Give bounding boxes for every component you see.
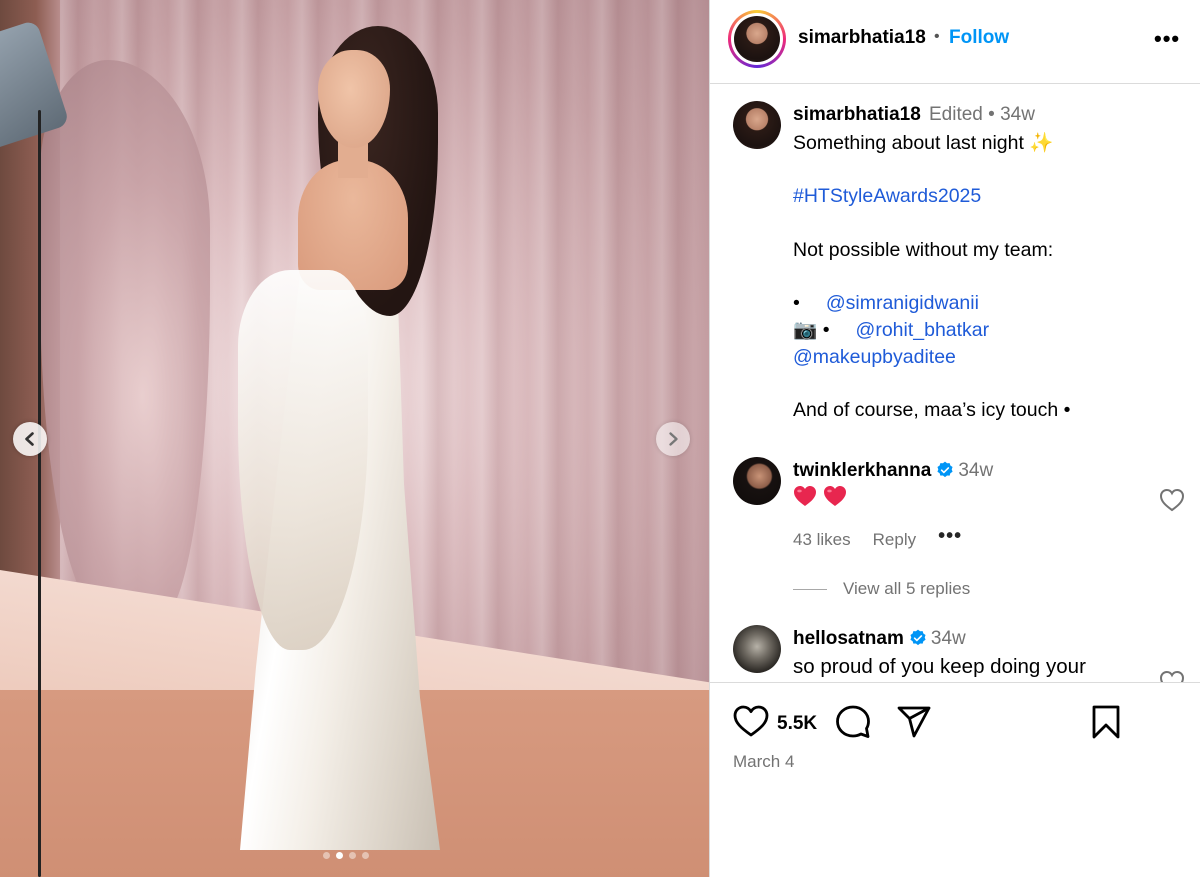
reply-button[interactable]: Reply [873,530,916,550]
comment-like-heart-icon[interactable] [1159,488,1185,512]
comment-like-heart-icon[interactable] [1159,670,1185,682]
author-username[interactable]: simarbhatia18 [798,27,926,49]
red-heart-icon [824,486,846,506]
comment-time: 34w [958,460,994,481]
chevron-right-icon [669,432,678,446]
like-count[interactable]: 5.5K [777,713,817,735]
save-bookmark-icon[interactable] [1091,704,1121,740]
caption-author-avatar[interactable] [733,101,781,149]
author-avatar[interactable] [734,16,780,62]
post-date[interactable]: March 4 [733,752,794,772]
carousel-dot-active [336,852,343,859]
post-header: simarbhatia18 • Follow ••• [710,0,1200,84]
comment-author: twinklerkhanna 34w [793,460,993,482]
view-replies-button[interactable]: View all 5 replies [793,579,970,599]
caption-text: Something about last night ✨ #HTStyleAwa… [793,130,1173,424]
carousel-prev-button[interactable] [13,422,47,456]
comment-likes-count[interactable]: 43 likes [793,530,851,550]
red-heart-icon [794,486,816,506]
comment-more-button[interactable]: ••• [938,525,962,548]
curtain-drape [40,60,210,620]
verified-badge-icon [937,461,953,478]
post-side-panel: simarbhatia18 • Follow ••• simarbhatia18… [709,0,1200,877]
comment-username[interactable]: twinklerkhanna [793,460,931,481]
more-options-button[interactable]: ••• [1154,26,1180,52]
comment-text [793,485,847,513]
like-heart-icon[interactable] [732,704,770,738]
comment-bubble-icon[interactable] [835,704,871,740]
caption-line: Not possible without my team: [793,238,1054,261]
caption-hashtag[interactable]: #HTStyleAwards2025 [793,183,1173,210]
comment-author: hellosatnam 34w [793,628,966,650]
carousel-dot [362,852,369,859]
comment-username[interactable]: hellosatnam [793,628,904,649]
follow-button[interactable]: Follow [949,27,1009,49]
header-separator: • [934,28,940,45]
post-media[interactable] [0,0,709,877]
comment-author-avatar[interactable] [733,625,781,673]
heart-emojis [793,485,847,507]
caption-author[interactable]: simarbhatia18 [793,104,921,126]
carousel-next-button[interactable] [656,422,690,456]
carousel-indicator [323,852,369,859]
post-actions-bar: 5.5K March 4 [710,682,1200,877]
verified-badge-icon [910,629,926,646]
caption-team-line-2: 📷 • @rohit_bhatkar [793,317,1173,344]
caption-line: Something about last night ✨ [793,132,1054,154]
woman-in-white-gown [210,20,470,850]
mention-link[interactable]: @rohit_bhatkar [856,319,990,341]
replies-divider [793,588,827,590]
story-ring[interactable] [728,10,786,68]
mention-link[interactable]: @makeupbyaditee [793,344,1173,371]
carousel-dot [323,852,330,859]
caption-line: And of course, maa’s icy touch • [793,398,1071,421]
lamp-cable [38,110,41,877]
share-paper-plane-icon[interactable] [896,705,932,739]
comment-actions: 43 likes Reply ••• [793,525,984,550]
view-replies-label[interactable]: View all 5 replies [843,579,970,599]
caption-meta: Edited • 34w [929,104,1035,125]
comment-author-avatar[interactable] [733,457,781,505]
carousel-dot [349,852,356,859]
mention-link[interactable]: @simranigidwanii [826,292,979,314]
camera-bullet: 📷 • [793,318,830,341]
bullet: • [793,292,800,315]
comments-scroll-area[interactable]: simarbhatia18 Edited • 34w Something abo… [710,85,1200,682]
chevron-left-icon [25,432,34,446]
caption-team-line-1: • @simranigidwanii [793,290,1173,317]
comment-time: 34w [930,628,966,649]
comment-text: so proud of you keep doing your [793,655,1086,678]
